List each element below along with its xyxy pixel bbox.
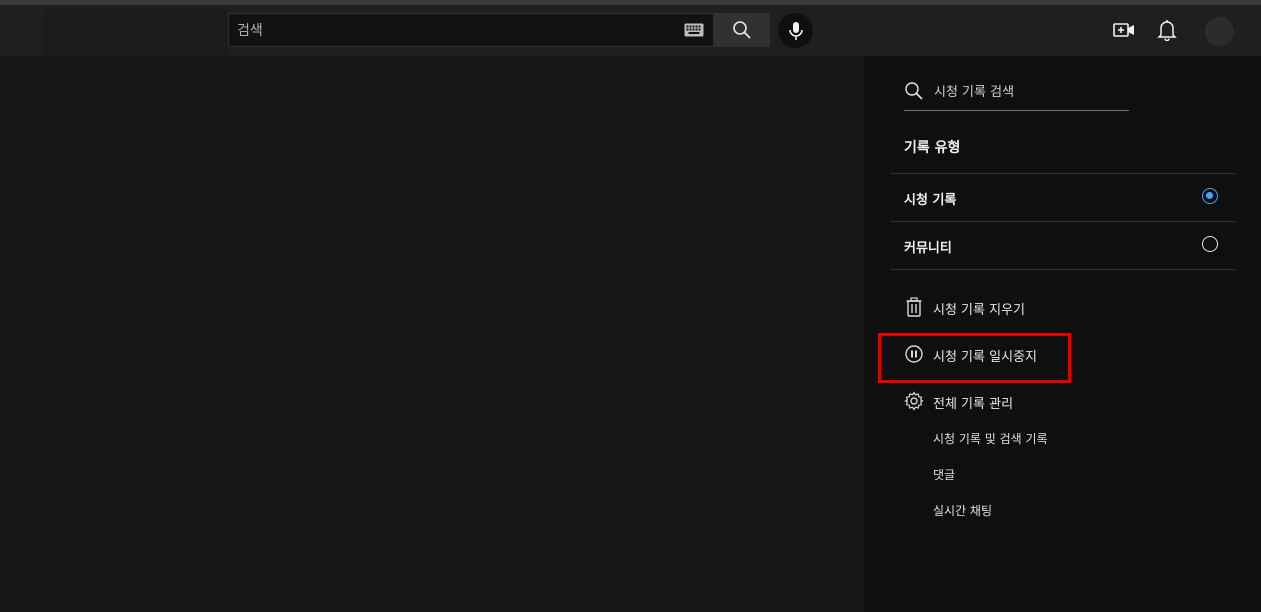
history-type-label: 시청 기록 xyxy=(904,193,957,208)
divider xyxy=(890,269,1236,270)
sublink-live-chat[interactable]: 실시간 채팅 xyxy=(933,502,992,519)
radio-unselected-icon[interactable] xyxy=(1202,236,1218,252)
create-video-icon xyxy=(1113,23,1134,37)
history-type-watch[interactable]: 시청 기록 xyxy=(890,173,1236,221)
highlight-annotation xyxy=(878,333,1071,383)
manage-history-label: 전체 기록 관리 xyxy=(933,397,1014,412)
clear-history-label: 시청 기록 지우기 xyxy=(933,303,1025,318)
search-box xyxy=(228,13,714,48)
trash-icon xyxy=(906,297,922,317)
gear-icon xyxy=(904,391,924,411)
main-content xyxy=(0,56,864,612)
history-search-input[interactable] xyxy=(932,80,1126,104)
mic-icon xyxy=(788,21,803,40)
search-icon[interactable] xyxy=(904,81,924,101)
search-button[interactable] xyxy=(714,13,770,47)
search-icon xyxy=(732,21,751,39)
top-header xyxy=(0,5,1261,59)
manage-history-button[interactable]: 전체 기록 관리 xyxy=(904,391,1104,415)
bell-icon xyxy=(1157,20,1177,41)
history-type-community[interactable]: 커뮤니티 xyxy=(890,221,1236,269)
sublink-watch-search-history[interactable]: 시청 기록 및 검색 기록 xyxy=(933,430,1048,447)
voice-search-button[interactable] xyxy=(778,13,813,48)
logo-area[interactable] xyxy=(44,9,228,59)
history-search xyxy=(904,72,1129,111)
search-input[interactable] xyxy=(235,14,679,48)
history-type-label: 커뮤니티 xyxy=(904,241,952,256)
create-video-button[interactable] xyxy=(1112,18,1136,42)
avatar[interactable] xyxy=(1205,17,1234,46)
sublink-comments[interactable]: 댓글 xyxy=(933,466,955,483)
radio-selected-icon[interactable] xyxy=(1202,188,1218,204)
notifications-button[interactable] xyxy=(1155,18,1179,42)
clear-history-button[interactable]: 시청 기록 지우기 xyxy=(904,297,1104,321)
history-type-title: 기록 유형 xyxy=(904,140,961,156)
keyboard-icon[interactable] xyxy=(684,23,704,37)
